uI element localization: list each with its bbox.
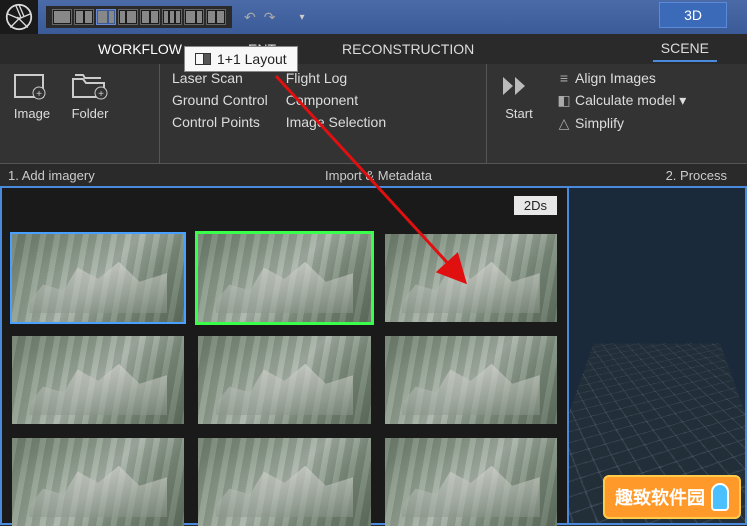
layout-tooltip: 1+1 Layout [184,46,298,72]
calculate-model-link[interactable]: ◧Calculate model ▾ [557,92,686,109]
layout-3col-icon[interactable] [162,9,182,25]
section-import-metadata: Import & Metadata [160,168,597,183]
ground-control-link[interactable]: Ground Control [172,92,268,108]
redo-icon[interactable]: ↷ [264,9,276,26]
layout-left-stack-icon[interactable] [118,9,138,25]
thumbnail-item[interactable] [12,336,184,424]
title-bar: ↶ ↷ ▾ 3D [0,0,747,34]
ribbon-section-labels: 1. Add imagery Import & Metadata 2. Proc… [0,164,747,186]
layout-single-icon[interactable] [52,9,72,25]
image-gallery-panel: 2Ds [0,186,567,525]
thumbnail-item[interactable] [198,234,370,322]
ribbon: + Image + Folder Laser Scan Ground Contr… [0,64,747,164]
add-folder-button[interactable]: + Folder [70,70,110,121]
simplify-link[interactable]: △Simplify [557,115,686,132]
layout-2col-icon[interactable] [74,9,94,25]
start-label: Start [505,106,532,121]
layout-1plus1-icon[interactable] [96,9,116,25]
play-forward-icon [499,70,539,102]
section-add-imagery: 1. Add imagery [0,168,160,183]
layout-switcher [46,6,232,28]
thumbnail-grid [12,234,557,526]
align-images-link[interactable]: ≡Align Images [557,70,686,86]
layout-2x1-icon[interactable] [140,9,160,25]
3d-button[interactable]: 3D [659,2,727,28]
2ds-badge[interactable]: 2Ds [514,196,557,215]
triangle-icon: △ [557,115,571,132]
thumbnail-item[interactable] [198,438,370,526]
svg-text:+: + [36,89,42,100]
aperture-icon [5,3,33,31]
cube-icon: ◧ [557,92,571,109]
start-button[interactable]: Start [499,70,539,121]
section-process: 2. Process [597,168,747,183]
thumbnail-item[interactable] [198,336,370,424]
tab-reconstruction[interactable]: RECONSTRUCTION [334,37,482,61]
thumbnail-item[interactable] [12,234,184,322]
tab-workflow[interactable]: WORKFLOW [90,37,190,61]
layout-tooltip-icon [195,53,211,65]
tab-scene[interactable]: SCENE [653,36,717,62]
component-link[interactable]: Component [286,92,386,108]
image-selection-link[interactable]: Image Selection [286,114,386,130]
thumbnail-item[interactable] [385,336,557,424]
align-icon: ≡ [557,70,571,86]
add-folder-label: Folder [72,106,109,121]
watermark-badge: 趣致软件园 [603,475,741,519]
watermark-icon [711,483,729,511]
undo-redo-group: ↶ ↷ [244,9,275,26]
image-plus-icon: + [12,70,52,102]
main-tabs: WORKFLOW ENT RECONSTRUCTION SCENE [0,34,747,64]
undo-icon[interactable]: ↶ [244,9,256,26]
layout-1plus2-icon[interactable] [184,9,204,25]
app-logo [0,0,38,34]
watermark-text: 趣致软件园 [615,484,705,510]
svg-text:+: + [98,89,104,100]
chevron-down-icon[interactable]: ▾ [299,12,304,23]
thumbnail-item[interactable] [12,438,184,526]
layout-grid-icon[interactable] [206,9,226,25]
thumbnail-item[interactable] [385,234,557,322]
laser-scan-link[interactable]: Laser Scan [172,70,268,86]
thumbnail-item[interactable] [385,438,557,526]
layout-tooltip-text: 1+1 Layout [217,51,287,67]
add-image-button[interactable]: + Image [12,70,52,121]
add-image-label: Image [14,106,50,121]
control-points-link[interactable]: Control Points [172,114,268,130]
folder-plus-icon: + [70,70,110,102]
flight-log-link[interactable]: Flight Log [286,70,386,86]
